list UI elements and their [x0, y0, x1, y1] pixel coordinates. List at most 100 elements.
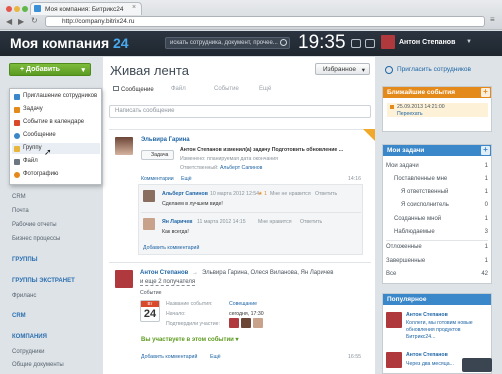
add-task-button[interactable]: + [481, 146, 490, 155]
user-name[interactable]: Антон Степанов [399, 39, 455, 46]
event-link[interactable]: Переехать [397, 111, 423, 117]
calendar-icon: Вт 24 [140, 300, 160, 322]
task-filter-my[interactable]: Мои задачи 1 [386, 163, 488, 169]
avatar[interactable] [143, 190, 155, 202]
message-icon [113, 86, 119, 91]
task-icon [14, 107, 20, 113]
task-filter-responsible[interactable]: Я ответственный 1 [401, 189, 488, 195]
comments-link[interactable]: Комментарии [141, 176, 174, 182]
post-line[interactable]: Антон Степанов изменил(а) задачу Подгото… [180, 147, 343, 153]
events-panel: Ближайшие события + 25.09.2013 14:21:00 П… [382, 86, 492, 132]
tab-more[interactable]: Ещё [259, 86, 271, 92]
sidebar-item-freelance[interactable]: Фриланс [12, 293, 36, 299]
menu-item-invite[interactable]: Приглашение сотрудников [12, 91, 100, 102]
task-filter-deferred[interactable]: Отложенные 1 [386, 244, 488, 250]
post-type: Событие [140, 290, 162, 296]
sidebar-item-documents[interactable]: Общие документы [12, 362, 64, 368]
address-bar[interactable]: http://company.bitrix24.ru [45, 16, 485, 27]
task-filter-assigned[interactable]: Поставленные мне 1 [394, 176, 488, 182]
avatar[interactable] [253, 318, 263, 328]
popular-author[interactable]: Антон Степанов [406, 352, 448, 358]
back-icon[interactable]: ◀ [6, 17, 12, 26]
reload-icon[interactable]: ↻ [31, 16, 38, 25]
avatar[interactable] [115, 270, 133, 288]
avatar[interactable] [386, 352, 402, 368]
tab-file[interactable]: Файл [171, 86, 186, 92]
avatar[interactable] [386, 312, 402, 328]
sidebar-item-crm[interactable]: CRM [12, 194, 26, 200]
sidebar-section-groups[interactable]: ГРУППЫ [12, 257, 38, 263]
dislike-link[interactable]: Мне не нравится [270, 191, 311, 197]
sidebar-section-company[interactable]: КОМПАНИЯ [12, 334, 47, 340]
more-recipients-link[interactable]: и еще 2 получателя [140, 279, 196, 286]
avatar[interactable] [115, 137, 133, 155]
post-author[interactable]: Эльвира Гарина [141, 137, 190, 143]
task-filter-completed[interactable]: Завершенные 1 [386, 258, 488, 264]
responsible-link[interactable]: Альберт Сапинов [220, 165, 262, 171]
forward-icon[interactable]: ▶ [18, 17, 24, 26]
like-link[interactable]: Мне нравится [258, 219, 292, 225]
message-input[interactable]: Написать сообщение [109, 105, 371, 118]
sidebar-item-mail[interactable]: Почта [12, 208, 29, 214]
add-button[interactable]: + Добавить ▾ [9, 63, 91, 76]
task-filter-watched[interactable]: Наблюдаемые 3 [394, 229, 488, 235]
more-link[interactable]: Ещё [181, 176, 192, 182]
browser-tab[interactable]: Моя компания: Битрикс24 [30, 2, 142, 15]
avatar[interactable] [143, 218, 155, 230]
more-link[interactable]: Ещё [210, 354, 221, 360]
close-window-icon[interactable] [6, 6, 12, 12]
invite-employees-link[interactable]: Пригласить сотрудников [397, 66, 471, 73]
tab-close-icon[interactable]: × [132, 4, 136, 11]
important-flag-icon[interactable] [363, 129, 375, 141]
search-input[interactable]: искать сотрудника, документ, прочее... [165, 37, 290, 49]
messages-icon[interactable] [365, 39, 375, 48]
add-event-button[interactable]: + [481, 88, 490, 97]
task-filter-created[interactable]: Созданные мной 1 [394, 216, 488, 222]
participation-status[interactable]: Вы участвуете в этом событии ▾ [141, 336, 239, 343]
like-count: ★ 1 [258, 191, 267, 197]
reply-link[interactable]: Ответить [300, 219, 322, 225]
reply-link[interactable]: Ответить [315, 191, 337, 197]
post-recipients[interactable]: Эльвира Гарина, Олеся Виланова, Ян Ларич… [202, 270, 333, 276]
task-filter-all[interactable]: Все 42 [386, 271, 488, 277]
menu-item-task[interactable]: Задачу [12, 104, 100, 115]
company-logo[interactable]: Моя компания 24 [10, 35, 129, 51]
post-author[interactable]: Антон Степанов [140, 270, 188, 276]
sidebar-item-employees[interactable]: Сотрудники [12, 349, 45, 355]
header-clock[interactable]: 19:35 [298, 32, 346, 54]
post-time: 14:16 [348, 176, 361, 182]
add-comment-link[interactable]: Добавить комментарий [141, 354, 197, 360]
maximize-window-icon[interactable] [22, 6, 28, 12]
sidebar-item-reports[interactable]: Рабочие отчеты [12, 222, 57, 228]
menu-item-message[interactable]: Сообщение [12, 130, 100, 141]
tab-event[interactable]: Событие [214, 86, 239, 92]
popular-text[interactable]: Через два месяца... [406, 361, 454, 367]
avatar[interactable] [241, 318, 251, 328]
menu-item-file[interactable]: Файл [12, 156, 100, 167]
add-comment-link[interactable]: Добавить комментарий [143, 245, 199, 251]
avatar[interactable] [381, 35, 395, 49]
menu-item-event[interactable]: Событие в календаре [12, 117, 100, 128]
avatar[interactable] [229, 318, 239, 328]
task-filter-coexecutor[interactable]: Я соисполнитель 0 [401, 202, 488, 208]
sidebar-section-extranet[interactable]: ГРУППЫ ЭКСТРАНЕТ [12, 278, 75, 284]
menu-item-group[interactable]: Группу ➚ [12, 143, 100, 157]
sidebar-section-crm[interactable]: CRM [12, 313, 26, 319]
menu-item-photo[interactable]: Фотографию [12, 169, 100, 180]
minimize-window-icon[interactable] [14, 6, 20, 12]
popular-text[interactable]: Коллеги, мы готовим новые обновления про… [406, 320, 490, 341]
browser-menu-icon[interactable]: ≡ [490, 15, 495, 24]
tab-message[interactable]: Сообщение [113, 86, 154, 93]
popular-author[interactable]: Антон Степанов [406, 312, 448, 318]
favorites-button[interactable]: Избранное ▾ [315, 63, 370, 75]
sidebar-item-bizproc[interactable]: Бизнес процессы [12, 236, 60, 242]
chevron-down-icon[interactable]: ▼ [466, 39, 472, 45]
comment-author[interactable]: Ян Ларичев [162, 219, 192, 225]
event-name-link[interactable]: Совещание [229, 301, 257, 307]
divider [109, 262, 371, 263]
comment-author[interactable]: Альберт Сапинов [162, 191, 208, 197]
search-icon[interactable] [280, 39, 287, 46]
notifications-icon[interactable] [351, 39, 361, 48]
page-title: Живая лента [110, 63, 189, 78]
chat-widget-icon[interactable] [462, 358, 492, 372]
